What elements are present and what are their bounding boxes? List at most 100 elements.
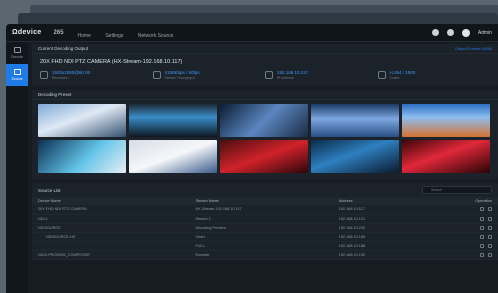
- sidebar-item-decode[interactable]: Decode: [6, 42, 28, 64]
- stat-label: Codec: [389, 76, 400, 80]
- monitor-icon: [13, 47, 21, 53]
- panel-header: Decoding Preset: [32, 90, 498, 100]
- nav-settings[interactable]: Settings: [105, 33, 123, 39]
- more-icon[interactable]: [488, 216, 492, 221]
- address: 192.168.10.121: [332, 214, 428, 224]
- source-table: Device Name Stream Name Address Operatio…: [32, 197, 498, 260]
- preset-thumbnail[interactable]: [402, 140, 490, 173]
- col-device-name[interactable]: Device Name: [32, 197, 190, 205]
- preview-icon[interactable]: [480, 243, 484, 248]
- source-list-panel: Source List Search Device Name Stream Na…: [32, 183, 498, 260]
- col-stream-name[interactable]: Stream Name: [189, 197, 333, 205]
- codec-icon: [377, 71, 386, 79]
- stream-name: Stream 1: [189, 214, 333, 224]
- table-row[interactable]: 20X FHD NDI PTZ CAMERA HX-Stream-192.168…: [32, 205, 498, 215]
- search-input[interactable]: Search: [422, 186, 492, 194]
- preset-panel: Decoding Preset: [32, 90, 498, 179]
- device-name: 20X FHD NDI PTZ CAMERA: [32, 205, 190, 215]
- preview-icon[interactable]: [480, 225, 484, 230]
- address: 192.168.10.189: [332, 232, 428, 242]
- more-icon[interactable]: [488, 252, 492, 257]
- more-icon[interactable]: [488, 225, 492, 230]
- table-row[interactable]: NDI-1 Stream 1 192.168.10.121: [32, 214, 498, 224]
- device-name: NDI-1: [32, 214, 190, 224]
- preset-thumbnail[interactable]: [129, 104, 217, 137]
- preset-thumbnail[interactable]: [311, 104, 399, 137]
- table-row[interactable]: NDIX-PROD265_COMPOSER Encoder 192.168.10…: [32, 250, 498, 260]
- current-output-panel: Current Decoding Output Output Format HD…: [32, 44, 498, 86]
- settings-icon[interactable]: [446, 29, 454, 36]
- stat-codec: H.264 / 1920 Codec: [377, 70, 491, 80]
- stat-label: Stream Throughput: [164, 76, 195, 80]
- device-name: [32, 241, 190, 251]
- table-row[interactable]: FULL 192.168.10.188: [32, 241, 498, 251]
- stat-label: IP Address: [277, 76, 294, 80]
- preview-icon[interactable]: [480, 252, 484, 257]
- network-icon: [265, 71, 273, 79]
- col-operation: Operation: [427, 197, 498, 205]
- stream-name: HX-Stream-192.168.10.117: [189, 205, 333, 215]
- preview-icon[interactable]: [480, 207, 484, 212]
- device-name: NDISOURCE-HX: [32, 232, 190, 242]
- stat-value: 192.168.10.117: [277, 70, 308, 75]
- device-name: NDIX-PROD265_COMPOSER: [32, 250, 190, 260]
- stat-throughput: 4150Kbps / 60fps Stream Throughput: [152, 70, 266, 80]
- app-window: Ωdevice 265 Home Settings Network Source…: [6, 24, 498, 293]
- preset-thumbnail[interactable]: [38, 140, 126, 173]
- theme-icon[interactable]: [431, 29, 439, 36]
- user-name[interactable]: Admin: [478, 30, 492, 36]
- preset-thumbnail[interactable]: [129, 140, 217, 173]
- resolution-icon: [40, 71, 48, 79]
- preview-icon[interactable]: [480, 216, 484, 221]
- address: 192.168.10.200: [332, 223, 428, 233]
- sidebar-item-source[interactable]: Source: [6, 64, 28, 86]
- panel-title: Decoding Preset: [38, 92, 72, 97]
- top-bar: Ωdevice 265 Home Settings Network Source…: [6, 24, 498, 42]
- preset-thumbnail[interactable]: [220, 140, 308, 173]
- stat-value: H.264 / 1920: [389, 70, 416, 75]
- sidebar: Decode Source: [6, 42, 28, 293]
- panel-title: Current Decoding Output: [38, 46, 89, 51]
- device-name: NDISOURCE: [32, 223, 190, 233]
- table-row[interactable]: NDISOURCE Decoding Preview 192.168.10.20…: [32, 223, 498, 233]
- address: 192.168.10.188: [332, 241, 428, 251]
- more-icon[interactable]: [488, 243, 492, 248]
- preset-thumbnail[interactable]: [220, 104, 308, 137]
- source-toolbar: Source List Search: [32, 183, 498, 197]
- nav-home[interactable]: Home: [78, 33, 91, 39]
- panel-title: Source List: [38, 187, 61, 193]
- pulse-icon: [152, 71, 161, 79]
- preset-thumbnail[interactable]: [311, 140, 399, 173]
- source-icon: [13, 69, 21, 75]
- brand-logo: Ωdevice: [12, 29, 42, 36]
- camera-title: 20X FHD NDI PTZ CAMERA (HX-Stream-192.16…: [40, 59, 183, 65]
- table-row[interactable]: NDISOURCE-HX Chart 192.168.10.189: [32, 232, 498, 242]
- stat-value: 1920x1080@60.00: [52, 70, 91, 75]
- output-format-link[interactable]: Output Format HDMI: [455, 46, 492, 51]
- preview-icon[interactable]: [480, 234, 484, 239]
- more-icon[interactable]: [488, 207, 492, 212]
- preset-thumbnail[interactable]: [402, 104, 490, 137]
- stream-name: FULL: [189, 241, 333, 251]
- main-nav: Home Settings Network Source: [78, 24, 184, 42]
- top-right-tools: Admin: [431, 28, 492, 37]
- table-header: Device Name Stream Name Address Operatio…: [32, 197, 498, 205]
- nav-network-source[interactable]: Network Source: [138, 33, 174, 39]
- address: 192.168.10.150: [332, 250, 428, 260]
- col-address[interactable]: Address: [332, 197, 428, 205]
- preset-grid: [32, 100, 498, 179]
- preset-thumbnail[interactable]: [38, 104, 126, 137]
- stat-value: 4150Kbps / 60fps: [164, 70, 200, 75]
- stat-label: Resolution: [52, 76, 69, 80]
- stream-name: Encoder: [189, 250, 333, 260]
- stream-name: Decoding Preview: [189, 223, 333, 233]
- sidebar-item-label: Source: [11, 77, 23, 81]
- stat-ip: 192.168.10.117 IP Address: [265, 70, 378, 80]
- device-model: 265: [53, 29, 64, 36]
- user-avatar-icon[interactable]: [461, 28, 470, 37]
- main-content: Current Decoding Output Output Format HD…: [32, 44, 498, 293]
- stream-name: Chart: [189, 232, 333, 242]
- address: 192.168.10.117: [332, 205, 428, 215]
- more-icon[interactable]: [488, 234, 492, 239]
- sidebar-item-label: Decode: [10, 55, 24, 59]
